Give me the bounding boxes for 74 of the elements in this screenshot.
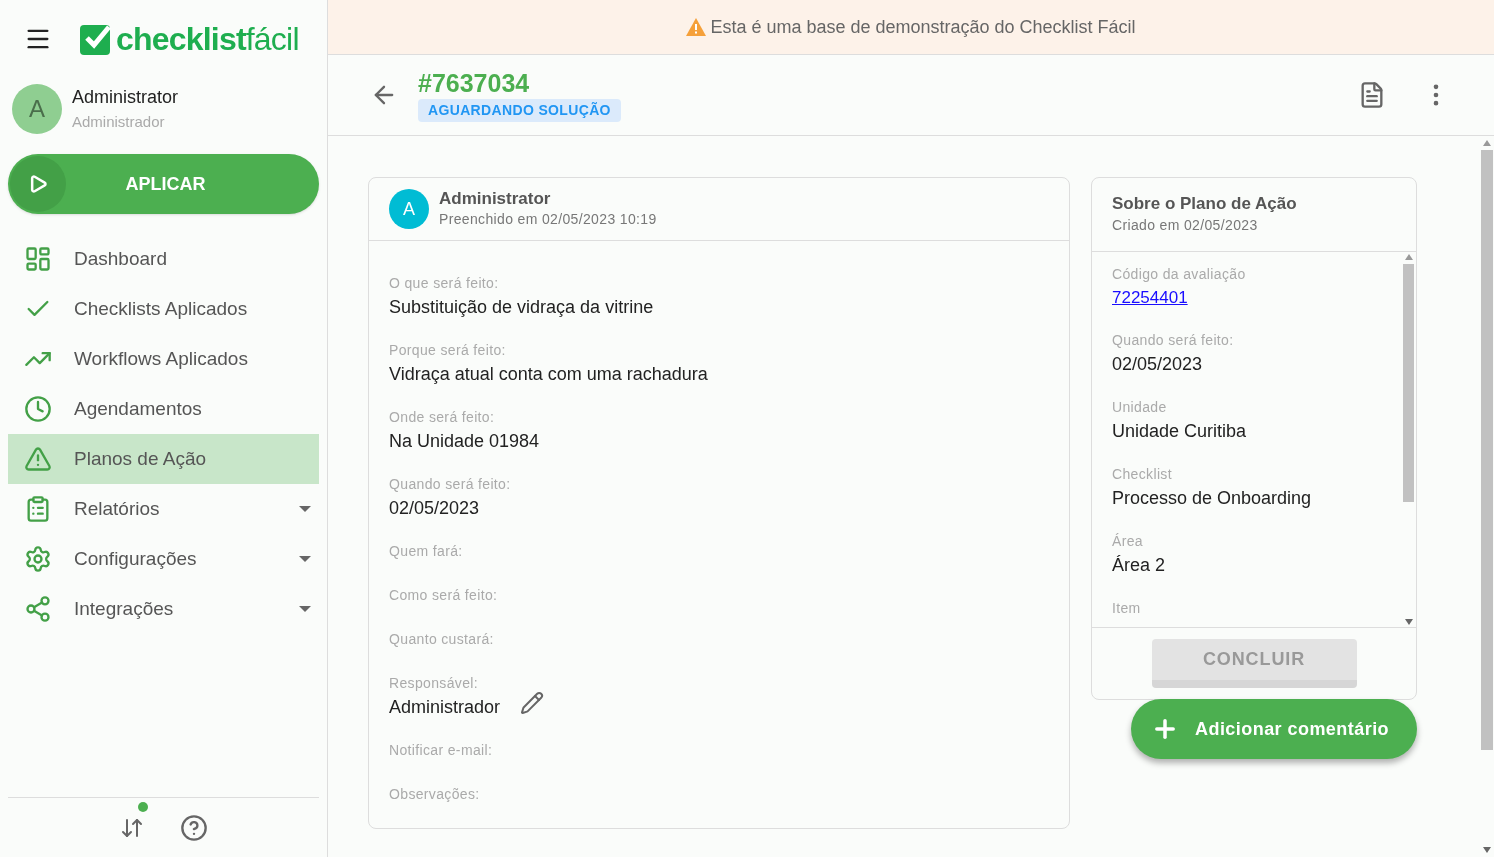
scroll-up-icon[interactable] xyxy=(1483,140,1491,146)
nav-item[interactable]: Integrações xyxy=(8,584,319,634)
field-label: Notificar e-mail: xyxy=(389,741,493,760)
nav-label: Agendamentos xyxy=(74,396,203,421)
dashboard-icon xyxy=(24,245,52,273)
nav-item[interactable]: Agendamentos xyxy=(8,384,319,434)
nav-label: Workflows Aplicados xyxy=(74,346,249,371)
settings-icon xyxy=(24,545,52,573)
nav-label: Dashboard xyxy=(74,246,168,271)
field-label: Checklist xyxy=(1112,464,1173,484)
banner-text: Esta é uma base de demonstração do Checklist Fácil xyxy=(710,15,1136,39)
evaluation-link[interactable]: 72254401 xyxy=(1112,285,1188,311)
field-label: Responsável: xyxy=(389,674,480,693)
scrollbar-thumb[interactable] xyxy=(1403,264,1414,502)
field-label: Como será feito: xyxy=(389,586,498,605)
nav-item[interactable]: Configurações xyxy=(8,534,319,584)
nav-item[interactable]: Workflows Aplicados xyxy=(8,334,319,384)
warning-icon xyxy=(686,18,707,36)
scroll-down-icon[interactable] xyxy=(1483,847,1491,853)
field-label: Observações: xyxy=(389,785,480,804)
field-label: Quem fará: xyxy=(389,542,463,561)
avatar: A xyxy=(12,84,62,134)
created-date: Criado em 02/05/2023 xyxy=(1112,215,1259,235)
scrollbar-thumb[interactable] xyxy=(1481,150,1493,750)
scroll-up-icon[interactable] xyxy=(1404,254,1413,260)
logo-text: checklistfácil xyxy=(116,23,299,55)
nav-label: Relatórios xyxy=(74,496,161,521)
field-label: Quando será feito: xyxy=(1112,330,1235,350)
warning-icon xyxy=(24,445,52,473)
user-role: Administrador xyxy=(72,112,166,133)
field-value: Processo de Onboarding xyxy=(1112,486,1313,510)
author-name: Administrator xyxy=(439,187,552,210)
nav-item[interactable]: Checklists Aplicados xyxy=(8,284,319,334)
play-icon xyxy=(28,174,48,194)
nav-label: Checklists Aplicados xyxy=(74,296,249,321)
field-label: Código da avaliação xyxy=(1112,265,1247,284)
field-label: Onde será feito: xyxy=(389,408,496,427)
field-label: O que será feito: xyxy=(389,274,500,293)
user-name: Administrator xyxy=(72,86,179,110)
field-value: Área 2 xyxy=(1112,553,1167,577)
field-value: Administrador xyxy=(389,696,501,719)
nav-item[interactable]: Dashboard xyxy=(8,234,319,284)
field-value: Unidade Curitiba xyxy=(1112,419,1248,443)
nav-label: Integrações xyxy=(74,596,175,621)
field-label: Porque será feito: xyxy=(389,341,507,360)
clock-icon xyxy=(24,395,52,423)
help-icon[interactable] xyxy=(179,813,208,842)
edit-icon[interactable] xyxy=(520,690,545,715)
nav-item[interactable]: Planos de Ação xyxy=(8,434,319,484)
card-title: Sobre o Plano de Ação xyxy=(1112,193,1298,215)
field-value: Na Unidade 01984 xyxy=(389,430,540,453)
plan-number: #7637034 xyxy=(418,67,530,99)
caret-icon xyxy=(299,556,311,562)
field-value: 02/05/2023 xyxy=(389,497,481,520)
field-value: 02/05/2023 xyxy=(1112,352,1204,376)
nav-label: Planos de Ação xyxy=(74,446,208,471)
field-label: Unidade xyxy=(1112,397,1168,417)
field-label: Área xyxy=(1112,531,1144,551)
network-icon xyxy=(24,595,52,623)
caret-icon xyxy=(299,506,311,512)
logo-check-icon xyxy=(80,23,112,55)
field-label: Item xyxy=(1112,598,1142,618)
field-value: Vidraça atual conta com uma rachadura xyxy=(389,363,708,386)
field-label: Quando será feito: xyxy=(389,475,511,494)
filled-date: Preenchido em 02/05/2023 10:19 xyxy=(439,210,657,230)
field-value: Substituição de vidraça da vitrine xyxy=(389,296,654,319)
field-label: Quanto custará: xyxy=(389,630,494,649)
conclude-button: CONCLUIR xyxy=(1151,639,1357,688)
scroll-down-icon[interactable] xyxy=(1404,619,1413,625)
nav-label: Configurações xyxy=(74,546,198,571)
avatar: A xyxy=(389,189,429,229)
nav-item[interactable]: Relatórios xyxy=(8,484,319,534)
status-badge: AGUARDANDO SOLUÇÃO xyxy=(418,99,621,123)
caret-icon xyxy=(299,606,311,612)
